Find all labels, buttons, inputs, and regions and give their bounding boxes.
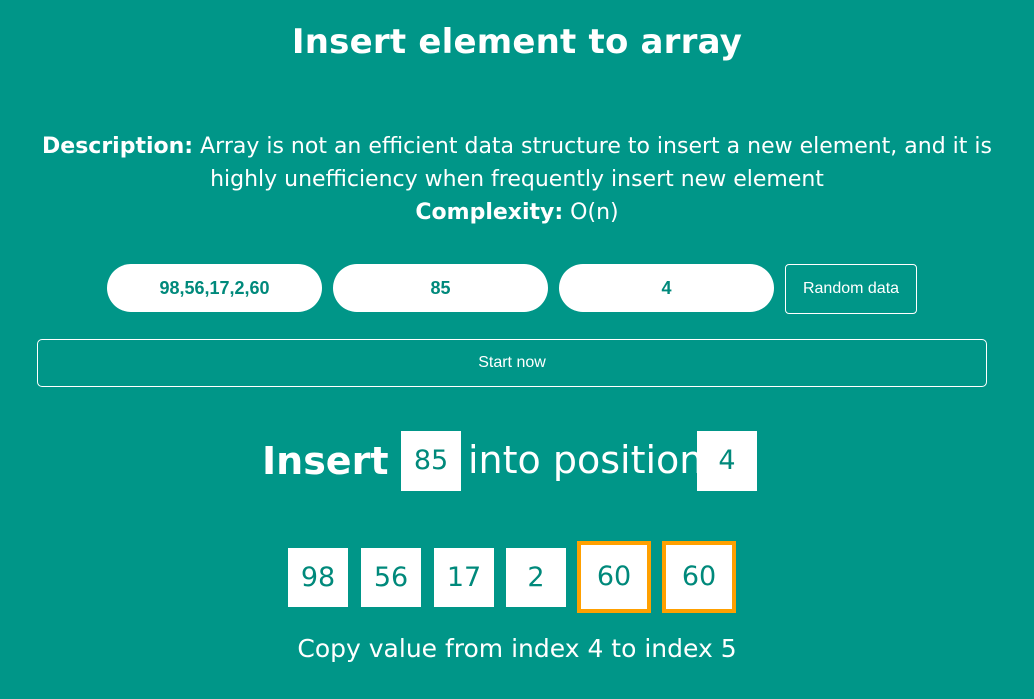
start-now-button[interactable]: Start now bbox=[37, 339, 987, 387]
insert-label: Insert bbox=[262, 439, 389, 483]
random-data-button[interactable]: Random data bbox=[785, 264, 917, 314]
array-cell: 2 bbox=[506, 548, 566, 607]
input-controls: Random data bbox=[107, 264, 927, 314]
description-label: Description: bbox=[42, 134, 194, 159]
insert-value-box: 85 bbox=[401, 431, 461, 491]
page-title: Insert element to array bbox=[291, 22, 743, 62]
into-position-label: into position bbox=[468, 438, 704, 482]
position-input[interactable] bbox=[559, 264, 774, 312]
array-input[interactable] bbox=[107, 264, 322, 312]
array-cell: 56 bbox=[361, 548, 421, 607]
complexity-label: Complexity: bbox=[415, 200, 564, 225]
complexity-value: O(n) bbox=[570, 200, 619, 225]
array-cell-highlighted: 60 bbox=[577, 541, 651, 613]
array-cell-highlighted: 60 bbox=[662, 541, 736, 613]
array-cell: 98 bbox=[288, 548, 348, 607]
insert-position-box: 4 bbox=[697, 431, 757, 491]
description-text: Array is not an efficient data structure… bbox=[200, 134, 992, 192]
insert-instruction: Insert 85 into position 4 bbox=[262, 431, 782, 491]
status-message: Copy value from index 4 to index 5 bbox=[297, 634, 737, 663]
array-cell: 17 bbox=[434, 548, 494, 607]
description-block: Description: Array is not an efficient d… bbox=[40, 130, 994, 229]
value-input[interactable] bbox=[333, 264, 548, 312]
